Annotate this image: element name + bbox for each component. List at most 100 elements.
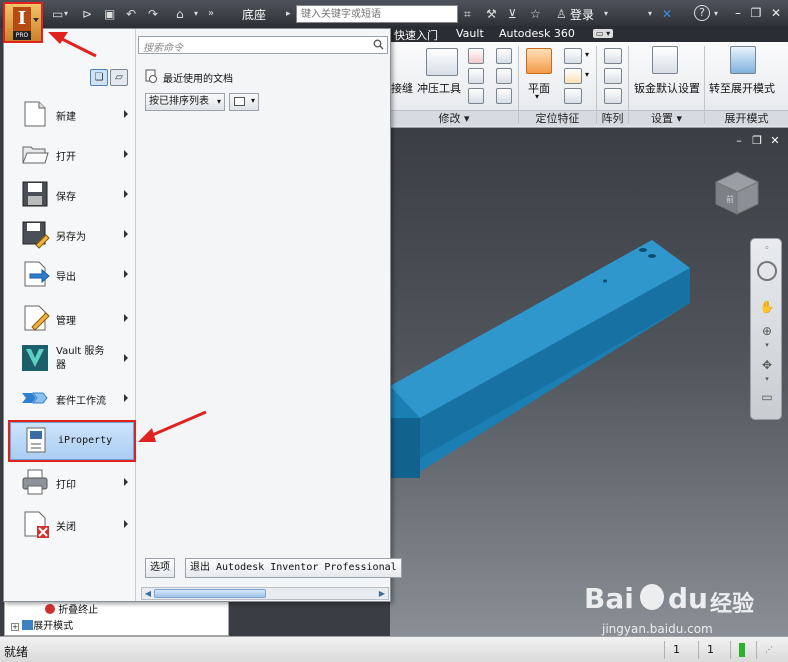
open-documents-icon: ▱	[115, 72, 123, 83]
display-mode-dropdown[interactable]: ▾	[229, 93, 259, 111]
navbar-close-icon[interactable]: ◦	[759, 241, 775, 257]
application-menu-button[interactable]: I PRO	[3, 2, 43, 43]
plane-dropdown-icon[interactable]: ▾	[535, 92, 539, 101]
submenu-arrow-icon	[124, 190, 128, 198]
more-qat-icon[interactable]: »	[208, 5, 214, 23]
menu-item-print[interactable]: 打印	[8, 463, 134, 503]
favorites-star-icon[interactable]: ☆	[530, 5, 541, 23]
sort-order-dropdown[interactable]: 按已排序列表 ▾	[145, 93, 225, 111]
login-dropdown-icon[interactable]: ▾	[604, 5, 608, 23]
go-to-flat-pattern-button[interactable]: 转至展开模式	[709, 80, 775, 96]
menu-item-iproperty[interactable]: iProperty	[8, 420, 136, 462]
plane-icon[interactable]	[526, 48, 552, 74]
restore-icon[interactable]: ❐	[748, 5, 764, 21]
save-icon[interactable]: ▣	[104, 5, 115, 23]
search-input[interactable]	[296, 5, 458, 23]
menu-item-export[interactable]: 导出	[8, 255, 134, 295]
binoculars-icon[interactable]: ⌗	[464, 5, 471, 23]
sheet-metal-defaults-icon[interactable]	[652, 46, 678, 74]
resize-grip-icon[interactable]: ⋰	[756, 641, 786, 659]
flat-pattern-icon[interactable]	[730, 46, 756, 74]
expand-icon[interactable]: +	[11, 623, 19, 631]
pan-hand-icon[interactable]: ✋	[759, 299, 775, 315]
menu-item-save[interactable]: 保存	[8, 175, 134, 215]
browser-row-label: 折叠终止	[58, 605, 99, 616]
menu-item-save-as[interactable]: 另存为	[8, 215, 134, 255]
ucs-icon[interactable]	[564, 88, 582, 104]
redo-icon[interactable]: ↷	[148, 5, 158, 23]
recent-documents-toggle[interactable]: ❏	[90, 69, 108, 86]
graphics-viewport[interactable]: – ❐ ✕ 前 ◦ ✋ ⊕ ▾ ✥ ▾ ▭	[390, 128, 788, 636]
sheet-metal-defaults-button[interactable]: 钣金默认设置	[634, 80, 700, 96]
user-icon[interactable]: ♙	[556, 5, 567, 23]
options-button[interactable]: 选项	[145, 558, 175, 578]
menu-item-label: 新建	[56, 112, 76, 123]
work-axis-icon[interactable]	[564, 48, 582, 64]
menu-item-label: 另存为	[56, 232, 86, 243]
browser-row[interactable]: 折叠终止	[45, 601, 98, 616]
close-window-icon[interactable]: ✕	[768, 5, 784, 21]
zoom-dropdown-icon[interactable]: ▾	[759, 337, 775, 353]
punch-tool-icon[interactable]	[426, 48, 458, 76]
menu-item-manage[interactable]: 管理	[8, 299, 134, 339]
browser-row[interactable]: + 展开模式	[11, 617, 73, 632]
inventor-logo-icon: I	[13, 7, 31, 31]
horizontal-scrollbar[interactable]: ◀ ▶	[141, 587, 389, 600]
menu-item-new[interactable]: 新建	[8, 95, 134, 135]
cut-icon[interactable]	[468, 48, 484, 64]
menu-item-vault-server[interactable]: Vault 服务器	[8, 339, 134, 379]
exit-inventor-button[interactable]: 退出 Autodesk Inventor Professional	[185, 558, 402, 578]
return-dropdown-icon[interactable]: ▾	[194, 5, 198, 23]
steering-wheel-icon[interactable]	[757, 261, 777, 281]
return-icon[interactable]: ⌂	[176, 5, 184, 23]
new-dropdown-icon[interactable]: ▾	[64, 5, 68, 23]
work-axis-dropdown-icon[interactable]: ▾	[585, 50, 589, 59]
look-at-icon[interactable]: ▭	[759, 389, 775, 405]
tab-vault[interactable]: Vault	[456, 27, 484, 40]
login-link[interactable]: 登录	[570, 6, 594, 23]
scrollbar-thumb[interactable]	[154, 589, 266, 598]
orbit-dropdown-icon[interactable]: ▾	[759, 371, 775, 387]
menu-item-suite-workflows[interactable]: 套件工作流	[8, 379, 134, 419]
corner-seam-icon[interactable]	[468, 88, 484, 104]
panel-setup[interactable]: 设置 ▾	[629, 110, 704, 126]
corner-relief-icon[interactable]	[496, 88, 512, 104]
circular-pattern-icon[interactable]	[604, 68, 622, 84]
hole-icon[interactable]	[496, 48, 512, 64]
search-expand-icon[interactable]: ▸	[286, 5, 291, 23]
submenu-arrow-icon	[124, 394, 128, 402]
mirror-icon[interactable]	[604, 88, 622, 104]
exchange-x-icon[interactable]: ✕	[662, 5, 672, 23]
open-documents-toggle[interactable]: ▱	[110, 69, 128, 86]
scroll-right-icon[interactable]: ▶	[377, 589, 387, 598]
new-icon[interactable]: ▭	[52, 5, 63, 23]
punch-tool-button[interactable]: 冲压工具	[417, 80, 461, 96]
work-point-icon[interactable]	[564, 68, 582, 84]
help-icon[interactable]: ?	[694, 5, 710, 21]
minimize-icon[interactable]: –	[730, 5, 746, 21]
panel-modify-label: 修改	[438, 112, 461, 125]
corner-chamfer-icon[interactable]	[496, 68, 512, 84]
panel-modify[interactable]: 修改 ▾	[390, 110, 518, 126]
seam-button[interactable]: 接缝	[391, 80, 413, 96]
help-dropdown-icon[interactable]: ▾	[714, 5, 718, 23]
model-browser[interactable]: 折叠终止 + 展开模式	[4, 598, 229, 636]
ribbon-minimize-toggle-icon[interactable]: ▭ ▾	[593, 29, 614, 38]
menu-item-open[interactable]: 打开	[8, 135, 134, 175]
search-icon[interactable]	[373, 39, 384, 50]
tab-getting-started[interactable]: 快速入门	[394, 27, 438, 43]
corner-round-icon[interactable]	[468, 68, 484, 84]
rectangular-pattern-icon[interactable]	[604, 48, 622, 64]
exchange-dropdown-icon[interactable]: ▾	[648, 5, 652, 23]
sheet-metal-part[interactable]	[390, 128, 788, 636]
open-icon[interactable]: ⊳	[82, 5, 92, 23]
scroll-left-icon[interactable]: ◀	[143, 589, 153, 598]
antenna-icon[interactable]: ⊻	[508, 5, 517, 23]
command-search-field[interactable]: 搜索命令	[138, 36, 388, 54]
menu-item-close[interactable]: 关闭	[8, 505, 134, 545]
undo-icon[interactable]: ↶	[126, 5, 136, 23]
wrench-icon[interactable]: ⚒	[486, 5, 497, 23]
ribbon-tab-bar: 快速入门 Vault Autodesk 360 ▭ ▾	[390, 26, 788, 42]
work-point-dropdown-icon[interactable]: ▾	[585, 70, 589, 79]
tab-autodesk-360[interactable]: Autodesk 360	[499, 27, 575, 40]
